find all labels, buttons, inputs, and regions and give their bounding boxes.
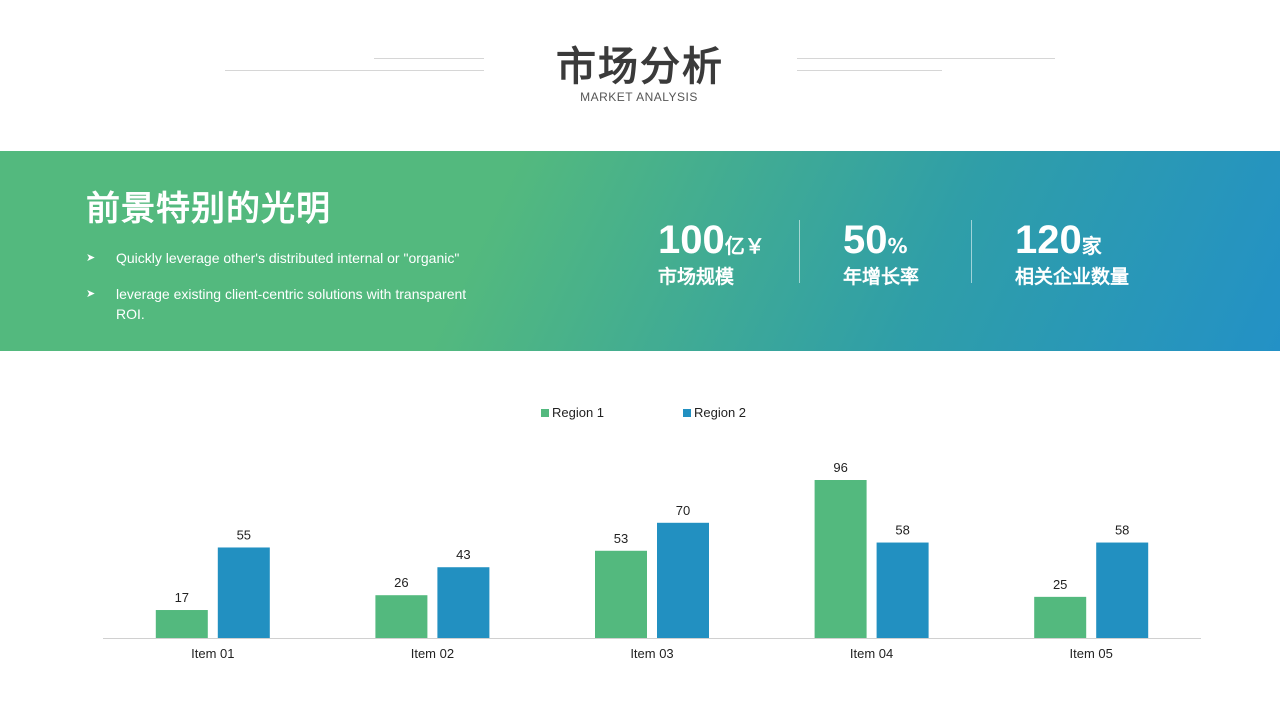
bar-region-1 (375, 595, 428, 638)
bar-region-2 (437, 567, 490, 638)
data-label: 70 (676, 503, 690, 518)
bar-region-2 (876, 542, 929, 638)
data-label: 96 (833, 460, 847, 475)
data-label: 25 (1053, 577, 1067, 592)
data-label: 55 (237, 527, 251, 542)
x-tick-label: Item 04 (850, 646, 893, 661)
bar-region-1 (814, 480, 867, 638)
bar-region-2 (217, 547, 270, 638)
data-label: 58 (1115, 523, 1129, 538)
x-tick-label: Item 01 (191, 646, 234, 661)
data-label: 58 (895, 523, 909, 538)
bar-region-1 (155, 610, 208, 638)
bar-chart: 17 55 Item 01 26 43 Item 02 53 70 Item 03 96 58 Ite… (103, 460, 1201, 661)
data-label: 26 (394, 575, 408, 590)
bar-region-2 (1096, 542, 1149, 638)
bar-region-1 (595, 550, 647, 638)
x-tick-label: Item 03 (630, 646, 673, 661)
data-label: 43 (456, 547, 470, 562)
x-tick-label: Item 02 (411, 646, 454, 661)
data-label: 53 (614, 531, 628, 546)
x-tick-label: Item 05 (1070, 646, 1113, 661)
bar-region-1 (1034, 596, 1087, 638)
bar-region-2 (657, 522, 709, 638)
data-label: 17 (175, 590, 189, 605)
